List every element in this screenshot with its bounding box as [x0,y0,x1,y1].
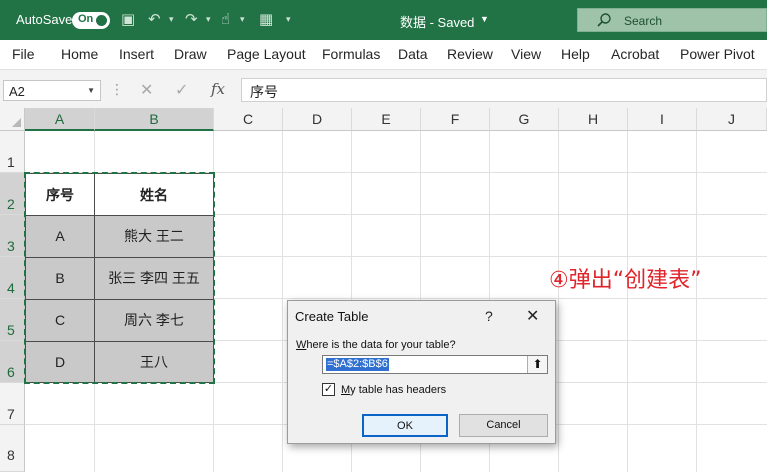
chevron-down-icon[interactable]: ▼ [480,14,489,24]
collapse-dialog-icon[interactable]: ⬆ [527,356,547,373]
selection-marquee [24,172,215,384]
row-number: 4 [7,280,15,296]
ribbon-tabs: File Home Insert Draw Page Layout Formul… [0,40,767,70]
select-all-icon [12,118,21,127]
create-table-dialog: Create Table ? ✕ Where is the data for y… [287,300,556,444]
gridline [627,131,628,472]
redo-dropdown-icon[interactable]: ▾ [206,14,211,25]
autosave-toggle[interactable]: On [72,12,110,29]
cancel-button[interactable]: Cancel [459,414,548,437]
autosave-state: On [78,13,94,25]
name-box-value: A2 [9,84,25,99]
column-header-j[interactable]: J [697,108,767,131]
redo-icon[interactable]: ↷ [185,11,198,29]
row-number: 7 [7,406,15,422]
tab-draw[interactable]: Draw [174,46,207,62]
column-header-i[interactable]: I [628,108,697,131]
column-header-a[interactable]: A [25,108,95,131]
gridline [696,131,697,472]
insert-function-icon[interactable]: fx [211,80,225,98]
select-all-button[interactable] [0,108,25,131]
customize-toolbar-icon[interactable]: ▾ [286,14,291,25]
column-header-c[interactable]: C [214,108,283,131]
chevron-down-icon[interactable]: ▼ [87,86,95,95]
range-prompt: Where is the data for your table? [296,339,456,351]
touch-mode-icon[interactable]: ☝ [221,11,230,29]
document-title[interactable]: 数据 - Saved [400,12,474,31]
tab-review[interactable]: Review [447,46,493,62]
checkbox-label-text: y table has headers [350,384,447,396]
row-number: 6 [7,364,15,380]
search-icon [597,13,611,27]
headers-checkbox-label[interactable]: My table has headers [341,384,446,396]
gridline [282,131,283,472]
dialog-title: Create Table [295,309,369,324]
tab-acrobat[interactable]: Acrobat [611,46,659,62]
headers-checkbox[interactable]: ✓ [322,383,335,396]
row-header-5[interactable]: 5 [0,299,25,341]
search-box[interactable]: Search [577,8,767,32]
search-placeholder: Search [624,14,663,28]
row-number: 8 [7,447,15,463]
row-number: 3 [7,238,15,254]
row-number: 5 [7,322,15,338]
prompt-accelerator: W [296,339,307,351]
range-value: =$A$2:$B$6 [326,358,389,371]
cancel-icon[interactable]: ✕ [140,80,153,100]
tab-insert[interactable]: Insert [119,46,154,62]
ok-button[interactable]: OK [362,414,448,437]
help-icon[interactable]: ? [485,308,493,324]
step-annotation: ④弹出“创建表” [549,268,702,293]
formula-bar: A2 ▼ ⋮ ✕ ✓ fx 序号 [0,70,767,108]
row-header-8[interactable]: 8 [0,425,25,472]
row-header-7[interactable]: 7 [0,383,25,425]
row-header-3[interactable]: 3 [0,215,25,257]
title-bar: AutoSave On ▣ ↶ ▾ ↷ ▾ ☝ ▾ ▦ ▾ 数据 - Saved… [0,0,767,40]
column-header-e[interactable]: E [352,108,421,131]
formula-input[interactable]: 序号 [241,78,767,102]
checkbox-accelerator: M [341,384,351,396]
save-icon[interactable]: ▣ [121,11,135,29]
row-header-1[interactable]: 1 [0,131,25,173]
formula-bar-grip-icon[interactable]: ⋮ [110,81,124,98]
toggle-knob [96,15,107,26]
name-box[interactable]: A2 ▼ [3,80,101,101]
tab-data[interactable]: Data [398,46,428,62]
touch-dropdown-icon[interactable]: ▾ [240,14,245,25]
gridline [558,131,559,472]
row-number: 1 [7,154,15,170]
autosave-label: AutoSave [16,12,73,27]
column-header-f[interactable]: F [421,108,490,131]
close-icon[interactable]: ✕ [526,306,539,326]
column-header-h[interactable]: H [559,108,628,131]
row-header-6[interactable]: 6 [0,341,25,383]
column-header-g[interactable]: G [490,108,559,131]
column-header-d[interactable]: D [283,108,352,131]
tab-formulas[interactable]: Formulas [322,46,380,62]
range-input[interactable]: =$A$2:$B$6 ⬆ [322,355,548,374]
undo-icon[interactable]: ↶ [148,11,161,29]
tab-home[interactable]: Home [61,46,98,62]
excel-window: AutoSave On ▣ ↶ ▾ ↷ ▾ ☝ ▾ ▦ ▾ 数据 - Saved… [0,0,767,472]
row-header-4[interactable]: 4 [0,257,25,299]
column-header-b[interactable]: B [95,108,214,131]
row-header-2[interactable]: 2 [0,173,25,215]
undo-dropdown-icon[interactable]: ▾ [169,14,174,25]
tab-view[interactable]: View [511,46,541,62]
formula-value: 序号 [250,84,278,100]
tab-file[interactable]: File [12,46,35,62]
tab-help[interactable]: Help [561,46,590,62]
enter-icon[interactable]: ✓ [175,80,188,100]
tab-power-pivot[interactable]: Power Pivot [680,46,755,62]
format-icon[interactable]: ▦ [259,11,273,29]
prompt-text: here is the data for your table? [306,339,456,351]
tab-page-layout[interactable]: Page Layout [227,46,306,62]
row-number: 2 [7,196,15,212]
